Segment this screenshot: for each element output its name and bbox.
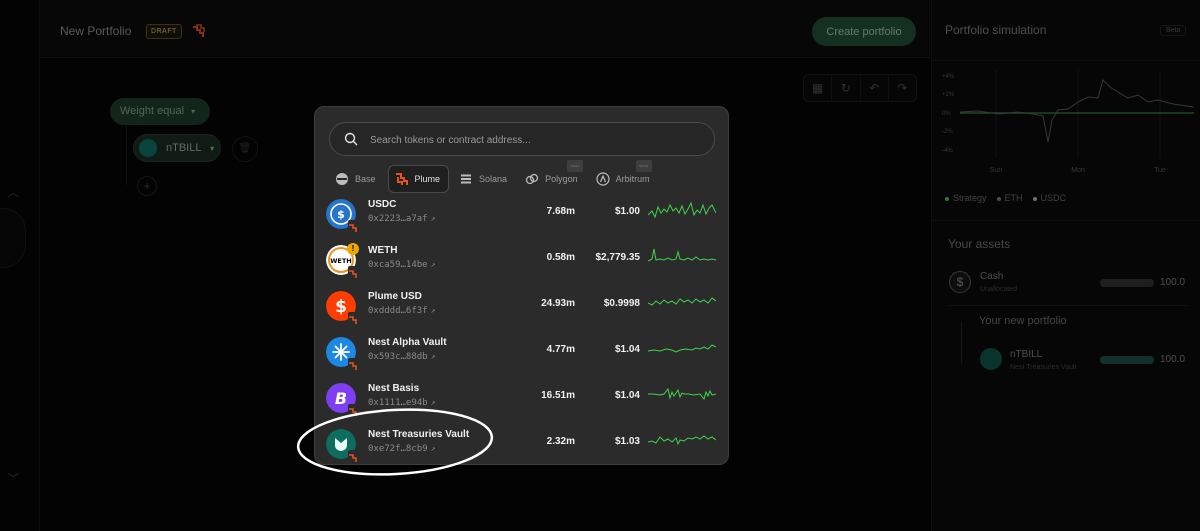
base-icon: [336, 173, 348, 185]
token-volume: 4.77m: [546, 344, 575, 355]
address-text: 0xca59…14be: [368, 260, 428, 270]
address-text: 0x593c…88db: [368, 352, 428, 362]
token-row-plume-usd[interactable]: $ Plume USD 0xdddd…6f3f ↗ 24.93m $0.9998: [315, 291, 728, 337]
token-row-weth[interactable]: WETH ! WETH 0xca59…14be ↗ 0.58m $2,779.35: [315, 243, 728, 291]
token-name: WETH: [368, 245, 398, 256]
token-name: Plume USD: [368, 291, 422, 302]
svg-text:$: $: [337, 208, 345, 221]
token-price: $1.04: [614, 344, 640, 355]
token-name: USDC: [368, 199, 397, 210]
chain-tab-base[interactable]: Base: [329, 165, 384, 193]
token-price: $2,779.35: [595, 252, 641, 263]
soon-badge: soon: [635, 160, 652, 172]
external-link-icon[interactable]: ↗: [431, 260, 436, 269]
highlight-ellipse: [296, 408, 494, 476]
warning-icon[interactable]: !: [347, 243, 359, 255]
soon-badge: soon: [567, 160, 584, 172]
token-row-usdc[interactable]: $ USDC 0x2223…a7af ↗ 7.68m $1.00: [315, 199, 728, 245]
chain-label: Base: [355, 174, 376, 184]
external-link-icon[interactable]: ↗: [431, 306, 436, 315]
search-icon: [344, 132, 358, 146]
plume-chain-badge: [348, 312, 358, 324]
arbitrum-icon: [595, 172, 610, 186]
chain-tab-solana[interactable]: Solana: [453, 165, 515, 193]
plume-chain-badge: [348, 220, 358, 232]
chain-tab-arbitrum[interactable]: Arbitrum soon: [590, 160, 658, 193]
token-address[interactable]: 0xca59…14be ↗: [368, 260, 435, 270]
svg-text:$: $: [335, 297, 347, 317]
token-price: $1.04: [614, 390, 640, 401]
address-text: 0x2223…a7af: [368, 214, 428, 224]
chain-label: Polygon: [545, 174, 578, 184]
token-volume: 16.51m: [541, 390, 575, 401]
sparkline: [648, 387, 716, 401]
chain-tab-polygon[interactable]: Polygon soon: [519, 160, 586, 193]
token-address[interactable]: 0xdddd…6f3f ↗: [368, 306, 435, 316]
plume-icon: [395, 173, 408, 185]
token-name: Nest Basis: [368, 383, 420, 394]
token-address[interactable]: 0x2223…a7af ↗: [368, 214, 435, 224]
sparkline: [648, 201, 716, 219]
svg-text:WETH: WETH: [330, 257, 351, 265]
token-row-nest-alpha-vault[interactable]: Nest Alpha Vault 0x593c…88db ↗ 4.77m $1.0…: [315, 337, 728, 383]
plume-chain-badge: [348, 358, 358, 370]
external-link-icon[interactable]: ↗: [431, 352, 436, 361]
chain-label: Solana: [479, 174, 508, 184]
token-price: $1.00: [614, 206, 640, 217]
plume-chain-badge: [348, 266, 358, 278]
search-input[interactable]: [370, 131, 700, 149]
sparkline: [648, 435, 716, 446]
token-volume: 0.58m: [546, 252, 575, 263]
sparkline: [648, 344, 716, 353]
token-address[interactable]: 0x593c…88db ↗: [368, 352, 435, 362]
sparkline: [648, 297, 716, 306]
solana-icon: [461, 174, 472, 184]
search-box: [329, 122, 715, 156]
chain-label: Plume: [414, 174, 441, 184]
token-price: $1.03: [614, 436, 640, 447]
external-link-icon[interactable]: ↗: [431, 214, 436, 223]
token-name: Nest Alpha Vault: [368, 337, 447, 348]
polygon-icon: [525, 173, 539, 185]
chain-tab-plume[interactable]: Plume: [387, 165, 450, 193]
address-text: 0xdddd…6f3f: [368, 306, 428, 316]
chain-filter: Base Plume Solana Polygon soon Arbitrum …: [329, 160, 719, 193]
token-volume: 2.32m: [546, 436, 575, 447]
sparkline: [648, 248, 716, 262]
chain-label: Arbitrum: [615, 174, 650, 184]
token-volume: 24.93m: [541, 298, 575, 309]
token-volume: 7.68m: [546, 206, 575, 217]
token-price: $0.9998: [603, 298, 640, 309]
